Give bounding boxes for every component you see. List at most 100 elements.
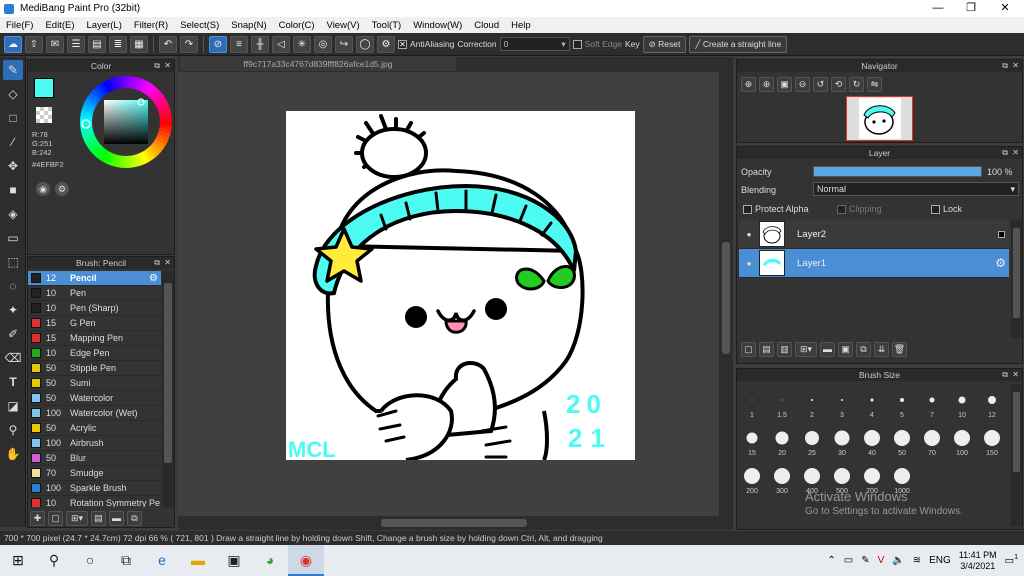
wifi-icon[interactable]: ≋ [913, 555, 921, 566]
pen-icon[interactable]: ✎ [861, 555, 869, 566]
folder-icon[interactable]: ▬ [109, 511, 124, 526]
brush-size-option[interactable]: 40 [857, 422, 887, 460]
color-wheel[interactable] [78, 74, 174, 170]
dot-tool-icon[interactable]: □ [3, 108, 23, 128]
menu-edit[interactable]: Edit(E) [39, 20, 80, 31]
brush-item[interactable]: 50 Acrylic [28, 421, 161, 436]
foreground-color-swatch[interactable] [34, 78, 54, 98]
delete-layer-icon[interactable]: 🗑 [892, 342, 907, 357]
folder-icon[interactable]: ▬ [820, 342, 835, 357]
brush-list-scrollbar[interactable] [162, 271, 174, 507]
brush-item[interactable]: 70 Smudge [28, 466, 161, 481]
canvas-horizontal-scrollbar[interactable] [178, 516, 733, 530]
brush-size-option[interactable]: 12 [977, 384, 1007, 422]
brush-item[interactable]: 100 Watercolor (Wet) [28, 406, 161, 421]
menu-view[interactable]: View(V) [321, 20, 366, 31]
search-icon[interactable]: ⚲ [36, 545, 72, 576]
clipping-option[interactable]: Clipping [837, 204, 882, 215]
navigator-viewport[interactable] [846, 96, 913, 141]
close-icon[interactable]: ✕ [164, 257, 171, 269]
antivirus-icon[interactable]: V [878, 555, 885, 566]
rotate-reset-icon[interactable]: ⟲ [831, 77, 846, 92]
divide-tool-icon[interactable]: ◪ [3, 396, 23, 416]
brush-tool-icon[interactable]: ✎ [3, 60, 23, 80]
select-tool-icon[interactable]: ⬚ [3, 252, 23, 272]
layer-row-layer2[interactable]: ● Layer2 [739, 220, 1009, 249]
task-view-icon[interactable]: ⧉ [108, 545, 144, 576]
layer-settings-icon[interactable]: ⚙ [995, 256, 1006, 270]
brush-item[interactable]: 50 Sumi [28, 376, 161, 391]
network-icon[interactable]: ▭ [844, 555, 853, 566]
brush-options-icon[interactable]: ⊞▾ [66, 511, 88, 526]
eyedropper-icon[interactable]: ⚲ [3, 420, 23, 440]
brush-size-option[interactable]: 30 [827, 422, 857, 460]
brush-info-icon[interactable]: ▤ [91, 511, 106, 526]
menu-snap[interactable]: Snap(N) [225, 20, 272, 31]
redo-icon[interactable]: ↷ [180, 35, 198, 53]
minimize-button[interactable]: — [922, 0, 954, 17]
medibang-icon[interactable]: ◉ [288, 545, 324, 576]
antialiasing-checkbox[interactable]: ✕ [398, 40, 407, 50]
zoom-out-icon[interactable]: ⊖ [795, 77, 810, 92]
duplicate-layer-icon[interactable]: ⧉ [856, 342, 871, 357]
brush-size-option[interactable]: 150 [977, 422, 1007, 460]
brush-size-option[interactable]: 3 [827, 384, 857, 422]
lock-option[interactable]: Lock [931, 204, 962, 215]
add-layer-menu-icon[interactable]: ⊞▾ [795, 342, 817, 357]
document-tab[interactable]: ff9c717a33c4767d839fff826afce1d5.jpg [180, 57, 456, 71]
close-icon[interactable]: ✕ [164, 60, 171, 72]
brush-item[interactable]: 100 Sparkle Brush [28, 481, 161, 496]
volume-icon[interactable]: 🔈 [892, 555, 904, 566]
curve-snap-icon[interactable]: ↪ [335, 35, 353, 53]
brush-size-option[interactable]: 7 [917, 384, 947, 422]
clipping-checkbox[interactable] [837, 205, 846, 215]
transparent-color-swatch[interactable] [36, 107, 52, 123]
lock-checkbox[interactable] [931, 205, 940, 215]
paint-app-icon[interactable]: ◕ [252, 545, 288, 576]
parallel-snap-icon[interactable]: ≡ [230, 35, 248, 53]
language-indicator[interactable]: ENG [929, 555, 951, 566]
brush-item[interactable]: 12 Pencil ⚙ [28, 271, 161, 286]
new-brush-icon[interactable]: ▢ [48, 511, 63, 526]
drawing-canvas[interactable]: MCL 20 21 [286, 111, 635, 460]
scrollbar-thumb[interactable] [164, 283, 172, 463]
menu-layer[interactable]: Layer(L) [81, 20, 128, 31]
reset-button[interactable]: ⊘ Reset [642, 35, 687, 53]
protect-alpha-checkbox[interactable] [743, 205, 752, 215]
brush-item[interactable]: 15 G Pen [28, 316, 161, 331]
magic-wand-icon[interactable]: ✦ [3, 300, 23, 320]
brush-size-option[interactable]: 2 [797, 384, 827, 422]
comment-icon[interactable]: ✉ [46, 35, 64, 53]
popout-icon[interactable]: ⧉ [1002, 369, 1008, 381]
rectangle-tool-icon[interactable]: ■ [3, 180, 23, 200]
brush-size-option[interactable]: 4 [857, 384, 887, 422]
brush-settings-icon[interactable]: ⚙ [149, 273, 158, 284]
gradient-tool-icon[interactable]: ▭ [3, 228, 23, 248]
menu-file[interactable]: File(F) [0, 20, 39, 31]
opacity-slider[interactable] [813, 166, 982, 177]
radial-snap-icon[interactable]: ✳ [293, 35, 311, 53]
text-tool-icon[interactable]: T [3, 372, 23, 392]
clock[interactable]: 11:41 PM 3/4/2021 [959, 550, 997, 572]
new-halftone-layer-icon[interactable]: ▤ [759, 342, 774, 357]
straight-line-button[interactable]: ╱ Create a straight line [689, 35, 788, 53]
popout-icon[interactable]: ⧉ [154, 60, 160, 72]
list-icon[interactable]: ≣ [109, 35, 127, 53]
brush-size-option[interactable]: 1 [737, 384, 767, 422]
notification-icon[interactable]: ▭1 [1005, 554, 1018, 566]
select-eraser-icon[interactable]: ⌫ [3, 348, 23, 368]
select-pen-icon[interactable]: ✐ [3, 324, 23, 344]
soft-edge-toggle[interactable]: Soft Edge [572, 39, 622, 50]
menu-window[interactable]: Window(W) [407, 20, 468, 31]
brush-size-option[interactable]: 200 [737, 460, 767, 498]
brush-size-option[interactable]: 20 [767, 422, 797, 460]
menu-select[interactable]: Select(S) [174, 20, 225, 31]
popout-icon[interactable]: ⧉ [1002, 147, 1008, 159]
lasso-tool-icon[interactable]: ◌ [3, 276, 23, 296]
brush-size-option[interactable]: 70 [917, 422, 947, 460]
brush-item[interactable]: 100 Airbrush [28, 436, 161, 451]
new-1bit-layer-icon[interactable]: ▥ [777, 342, 792, 357]
brush-size-option[interactable]: 50 [887, 422, 917, 460]
ellipse-snap-icon[interactable]: ◯ [356, 35, 374, 53]
brush-size-option[interactable]: 100 [947, 422, 977, 460]
